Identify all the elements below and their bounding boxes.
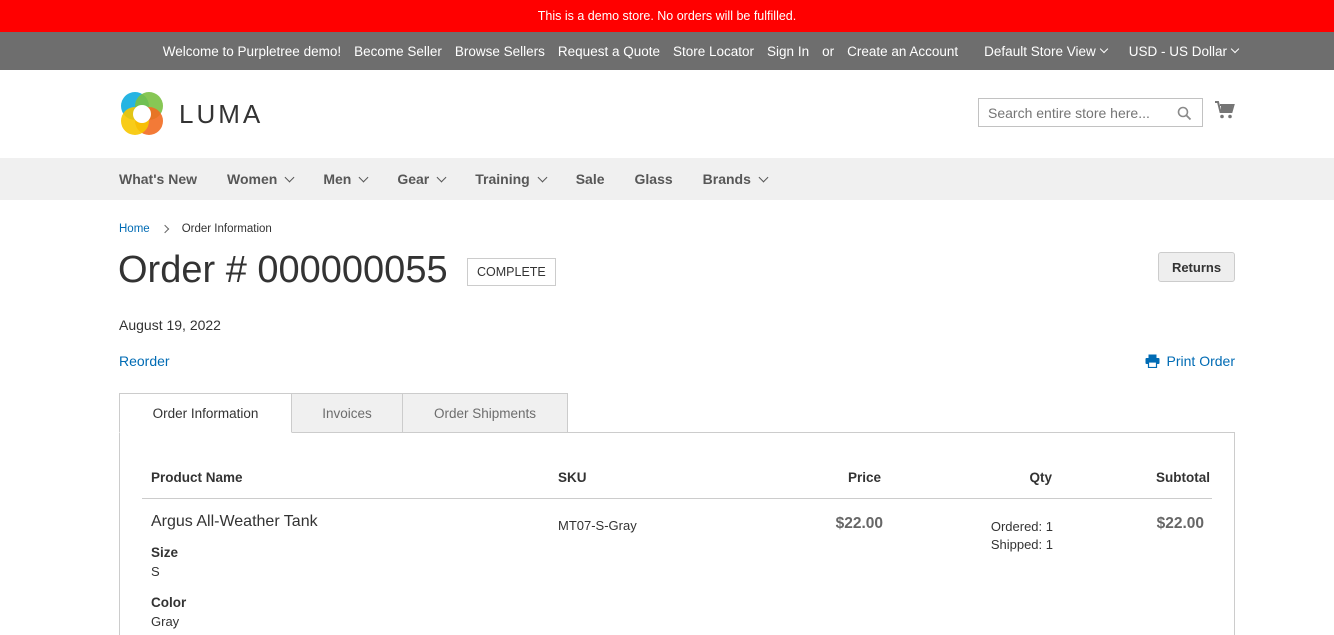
nav-women[interactable]: Women xyxy=(227,171,295,187)
demo-notice-bar: This is a demo store. No orders will be … xyxy=(0,0,1334,32)
create-account-link[interactable]: Create an Account xyxy=(847,44,958,59)
nav-label: Glass xyxy=(634,171,673,187)
breadcrumb-home-link[interactable]: Home xyxy=(119,223,150,235)
store-view-label: Default Store View xyxy=(984,43,1096,59)
nav-sale[interactable]: Sale xyxy=(576,171,605,187)
product-price: $22.00 xyxy=(835,515,883,532)
main-navigation: What's New Women Men Gear Training Sale … xyxy=(0,158,1334,200)
store-view-switcher[interactable]: Default Store View xyxy=(971,43,1108,59)
chevron-down-icon xyxy=(1230,44,1240,54)
chevron-down-icon xyxy=(358,172,369,182)
table-header: Product Name SKU Price Qty Subtotal xyxy=(142,470,1212,499)
nav-label: Gear xyxy=(397,171,430,187)
header-price: Price xyxy=(847,470,881,485)
qty-shipped: Shipped: 1 xyxy=(990,537,1053,552)
printer-icon xyxy=(1145,354,1160,368)
header-sku: SKU xyxy=(558,470,587,485)
become-seller-link[interactable]: Become Seller xyxy=(354,44,442,59)
demo-notice-text: This is a demo store. No orders will be … xyxy=(537,9,797,23)
nav-training[interactable]: Training xyxy=(475,171,548,187)
tab-order-information[interactable]: Order Information xyxy=(119,393,292,433)
logo-text: LUMA xyxy=(179,98,264,129)
print-order-link[interactable]: Print Order xyxy=(1145,353,1235,369)
luma-logo[interactable]: LUMA xyxy=(119,91,263,137)
chevron-down-icon xyxy=(436,172,447,182)
search-icon[interactable] xyxy=(1177,106,1192,121)
nav-brands[interactable]: Brands xyxy=(702,171,769,187)
nav-label: What's New xyxy=(119,171,198,187)
cart-icon[interactable] xyxy=(1214,100,1236,120)
browse-sellers-link[interactable]: Browse Sellers xyxy=(455,44,545,59)
chevron-down-icon xyxy=(758,172,769,182)
status-badge: COMPLETE xyxy=(467,258,556,286)
page-title: Order # 000000055 xyxy=(118,249,448,291)
option-value-size: S xyxy=(151,564,160,579)
order-date: August 19, 2022 xyxy=(119,317,221,333)
currency-label: USD - US Dollar xyxy=(1128,43,1227,59)
header-subtotal: Subtotal xyxy=(1156,470,1210,485)
product-qty: Ordered: 1 Shipped: 1 xyxy=(991,518,1053,554)
option-label-color: Color xyxy=(151,595,187,610)
sign-in-link[interactable]: Sign In xyxy=(767,44,809,59)
returns-button[interactable]: Returns xyxy=(1158,252,1235,282)
breadcrumb: Home Order Information xyxy=(119,223,272,235)
reorder-link[interactable]: Reorder xyxy=(119,353,170,369)
welcome-text: Welcome to Purpletree demo! xyxy=(162,43,342,59)
request-quote-link[interactable]: Request a Quote xyxy=(558,44,660,59)
breadcrumb-current: Order Information xyxy=(181,223,272,235)
nav-men[interactable]: Men xyxy=(323,171,369,187)
nav-label: Women xyxy=(227,171,278,187)
chevron-down-icon xyxy=(537,172,548,182)
order-tabs: Order Information Invoices Order Shipmen… xyxy=(119,393,568,433)
nav-whats-new[interactable]: What's New xyxy=(119,171,197,187)
order-items-panel: Product Name SKU Price Qty Subtotal Argu… xyxy=(119,432,1235,635)
qty-ordered: Ordered: 1 xyxy=(990,519,1053,534)
nav-label: Brands xyxy=(702,171,751,187)
header-qty: Qty xyxy=(1029,470,1052,485)
chevron-down-icon xyxy=(284,172,295,182)
tab-invoices[interactable]: Invoices xyxy=(291,393,403,433)
product-name: Argus All-Weather Tank xyxy=(151,513,318,530)
chevron-down-icon xyxy=(1099,44,1108,54)
nav-label: Men xyxy=(323,171,352,187)
currency-switcher[interactable]: USD - US Dollar xyxy=(1116,43,1240,59)
nav-gear[interactable]: Gear xyxy=(397,171,447,187)
search-input[interactable] xyxy=(988,104,1168,121)
store-locator-link[interactable]: Store Locator xyxy=(673,44,754,59)
option-value-color: Gray xyxy=(151,614,180,629)
nav-label: Sale xyxy=(575,171,605,187)
product-subtotal: $22.00 xyxy=(1156,515,1204,532)
print-order-label: Print Order xyxy=(1166,353,1235,369)
option-label-size: Size xyxy=(151,545,179,560)
nav-glass[interactable]: Glass xyxy=(635,171,673,187)
header-product-name: Product Name xyxy=(151,470,243,485)
site-header: LUMA xyxy=(0,70,1334,158)
search-box xyxy=(978,98,1203,127)
top-links-bar: Welcome to Purpletree demo! Become Selle… xyxy=(0,32,1334,70)
luma-logo-icon xyxy=(121,92,163,135)
chevron-right-icon xyxy=(160,224,169,234)
tab-order-shipments[interactable]: Order Shipments xyxy=(402,393,568,433)
product-sku: MT07-S-Gray xyxy=(558,518,637,533)
or-text: or xyxy=(822,43,835,59)
nav-label: Training xyxy=(475,171,530,187)
